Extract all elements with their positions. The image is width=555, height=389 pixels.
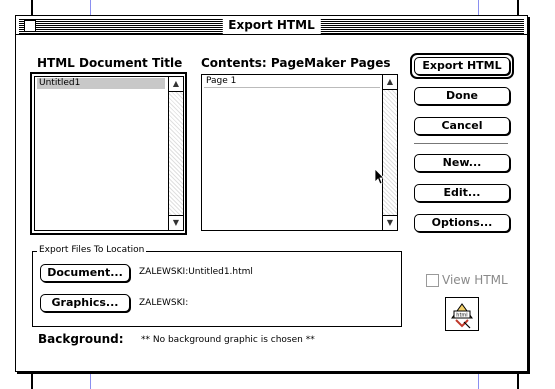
scroll-down-arrow-icon[interactable]: ▼ — [169, 215, 183, 230]
scroll-up-arrow-icon[interactable]: ▲ — [169, 77, 183, 92]
view-html-label: View HTML — [442, 273, 508, 287]
graphics-path: ZALEWSKI: — [139, 298, 189, 308]
html-document-icon[interactable]: html — [445, 297, 479, 331]
document-path: ZALEWSKI:Untitled1.html — [139, 267, 253, 277]
edit-button[interactable]: Edit... — [414, 184, 510, 202]
window-title: Export HTML — [222, 17, 321, 34]
scroll-up-arrow-icon[interactable]: ▲ — [383, 75, 397, 90]
export-files-group: Export Files To Location Document... ZAL… — [32, 245, 402, 327]
html-document-title-list[interactable]: Untitled1 ▲ ▼ — [34, 76, 184, 231]
export-files-group-label: Export Files To Location — [37, 245, 147, 255]
options-button[interactable]: Options... — [414, 214, 510, 232]
scroll-down-arrow-icon[interactable]: ▼ — [383, 215, 397, 230]
contents-list[interactable]: Page 1 ▲ ▼ — [201, 74, 398, 231]
graphics-button[interactable]: Graphics... — [40, 294, 130, 312]
title-bar[interactable]: Export HTML — [16, 16, 527, 35]
button-separator — [414, 143, 508, 144]
view-html-checkbox[interactable] — [426, 274, 439, 287]
contents-scrollbar[interactable]: ▲ ▼ — [382, 75, 397, 230]
done-button[interactable]: Done — [414, 87, 510, 105]
guide-blue-top-1 — [90, 0, 91, 15]
close-box-icon[interactable] — [24, 20, 36, 32]
guide-blue-bottom-2 — [478, 372, 479, 389]
background-label: Background: — [38, 332, 124, 346]
new-button[interactable]: New... — [414, 154, 510, 172]
list-item[interactable]: Untitled1 — [37, 78, 165, 89]
document-button[interactable]: Document... — [40, 264, 130, 282]
svg-text:html: html — [456, 313, 467, 319]
list-item[interactable]: Page 1 — [204, 76, 380, 88]
html-document-title-label: HTML Document Title — [37, 56, 183, 70]
guide-blue-top-2 — [478, 0, 479, 15]
export-html-button[interactable]: Export HTML — [414, 57, 510, 75]
contents-label: Contents: PageMaker Pages — [201, 56, 391, 70]
html-document-title-scrollbar[interactable]: ▲ ▼ — [168, 77, 183, 230]
guide-blue-bottom-1 — [90, 372, 91, 389]
cancel-button[interactable]: Cancel — [414, 117, 510, 135]
export-html-dialog: Export HTML HTML Document Title Untitled… — [15, 15, 528, 372]
mouse-pointer-icon — [374, 168, 385, 185]
background-value: ** No background graphic is chosen ** — [141, 335, 315, 345]
